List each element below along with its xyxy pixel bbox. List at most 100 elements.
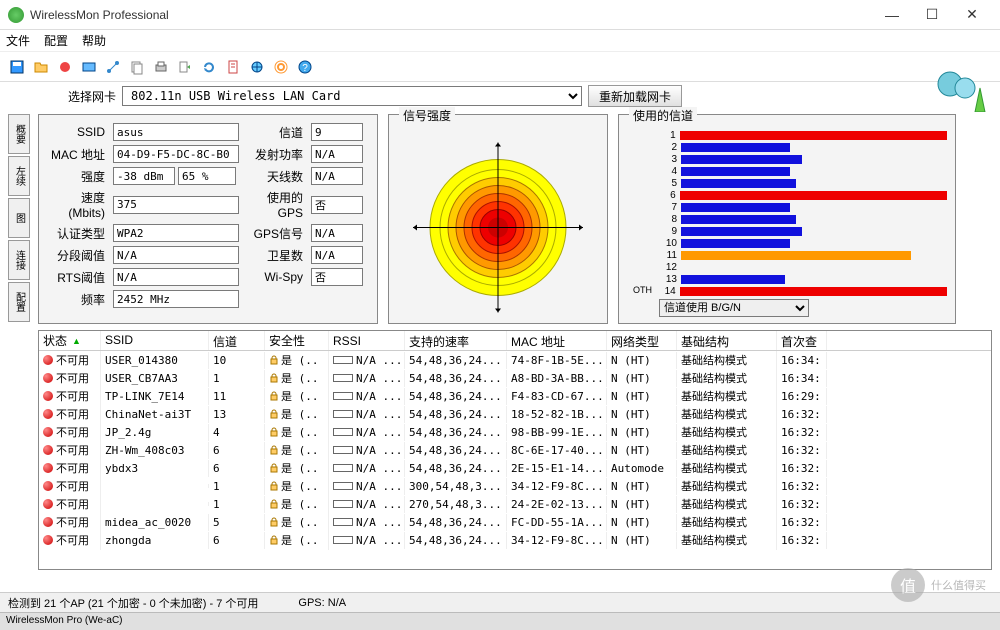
channel-bar [681,239,790,248]
cell-mac: 34-12-F9-8C... [507,532,607,549]
cell-nettype: N (HT) [607,478,677,495]
channel-label: 信道 [249,124,305,141]
auth-field[interactable] [113,224,239,242]
taskbar-item[interactable]: WirelessMon Pro (We-aC) [6,615,123,626]
channel-mode-select[interactable]: 信道使用 B/G/N [659,299,809,317]
col-first[interactable]: 首次查 [777,331,827,350]
col-nettype[interactable]: 网络类型 [607,331,677,350]
taskbar: WirelessMon Pro (We-aC) [0,612,1000,630]
speed-field[interactable] [113,196,239,214]
settings-icon[interactable] [270,56,292,78]
print-icon[interactable] [150,56,172,78]
channel-row: 11 [659,249,947,261]
cell-channel: 11 [209,388,265,405]
tx-field[interactable] [311,145,363,163]
wispy-field[interactable] [311,268,363,286]
col-rates[interactable]: 支持的速率 [405,331,507,350]
cell-first: 16:32: [777,514,827,531]
cell-ssid [101,502,209,506]
cell-mac: 74-8F-1B-5E... [507,352,607,369]
cell-rates: 300,54,48,3... [405,478,507,495]
auth-label: 认证类型 [47,225,107,242]
table-row[interactable]: 不可用 TP-LINK_7E14 11 是 (.. N/A ... 54,48,… [39,387,991,405]
cell-nettype: N (HT) [607,352,677,369]
side-tab-0[interactable]: 概要 [8,114,30,154]
cell-infra: 基础结构模式 [677,368,777,388]
network-icon[interactable] [102,56,124,78]
side-tab-1[interactable]: 左续 [8,156,30,196]
scan-icon[interactable] [78,56,100,78]
side-tab-2[interactable]: 图 [8,198,30,238]
lock-icon [269,409,279,419]
col-infra[interactable]: 基础结构 [677,331,777,350]
table-row[interactable]: 不可用 JP_2.4g 4 是 (.. N/A ... 54,48,36,24.… [39,423,991,441]
channel-number: 6 [659,190,676,201]
table-row[interactable]: 不可用 USER_CB7AA3 1 是 (.. N/A ... 54,48,36… [39,369,991,387]
status-text: 不可用 [56,496,89,512]
col-status[interactable]: 状态▲ [39,331,101,350]
table-row[interactable]: 不可用 1 是 (.. N/A ... 300,54,48,3... 34-12… [39,477,991,495]
pct-field[interactable] [178,167,236,185]
side-tab-3[interactable]: 连接 [8,240,30,280]
rssi-bar-icon [333,536,353,544]
ssid-field[interactable] [113,123,239,141]
cell-first: 16:32: [777,532,827,549]
ant-field[interactable] [311,167,363,185]
mac-field[interactable] [113,145,239,163]
col-rssi[interactable]: RSSI [329,331,405,350]
minimize-button[interactable]: — [872,1,912,29]
cell-ssid [101,484,209,488]
side-tab-4[interactable]: 配置 [8,282,30,322]
channel-row: 4 [659,165,947,177]
lock-icon [269,427,279,437]
channel-row: 10 [659,237,947,249]
gpssig-field[interactable] [311,224,363,242]
table-row[interactable]: 不可用 zhongda 6 是 (.. N/A ... 54,48,36,24.… [39,531,991,549]
frag-field[interactable] [113,246,239,264]
table-row[interactable]: 不可用 1 是 (.. N/A ... 270,54,48,3... 24-2E… [39,495,991,513]
open-icon[interactable] [30,56,52,78]
refresh-icon[interactable] [198,56,220,78]
col-ssid[interactable]: SSID [101,331,209,350]
freq-field[interactable] [113,290,239,308]
record-icon[interactable] [54,56,76,78]
nic-select[interactable]: 802.11n USB Wireless LAN Card [122,86,582,106]
col-channel[interactable]: 信道 [209,331,265,350]
dbm-field[interactable] [113,167,175,185]
maximize-button[interactable]: ☐ [912,1,952,29]
reload-nic-button[interactable]: 重新加载网卡 [588,85,682,107]
menu-help[interactable]: 帮助 [82,32,106,49]
cell-security: 是 (.. [281,514,319,530]
channel-row: 3 [659,153,947,165]
channel-field[interactable] [311,123,363,141]
grid-body[interactable]: 不可用 USER_014380 10 是 (.. N/A ... 54,48,3… [39,351,991,569]
cell-rssi: N/A ... [356,444,402,457]
menu-config[interactable]: 配置 [44,32,68,49]
app-icon [8,7,24,23]
cell-channel: 1 [209,370,265,387]
table-row[interactable]: 不可用 USER_014380 10 是 (.. N/A ... 54,48,3… [39,351,991,369]
sat-field[interactable] [311,246,363,264]
cell-mac: 18-52-82-1B... [507,406,607,423]
copy-icon[interactable] [126,56,148,78]
channel-bar [681,203,790,212]
table-row[interactable]: 不可用 ChinaNet-ai3T 13 是 (.. N/A ... 54,48… [39,405,991,423]
help-icon[interactable]: ? [294,56,316,78]
menu-file[interactable]: 文件 [6,32,30,49]
table-row[interactable]: 不可用 midea_ac_0020 5 是 (.. N/A ... 54,48,… [39,513,991,531]
channel-number: 8 [659,214,677,225]
save-icon[interactable] [6,56,28,78]
col-mac[interactable]: MAC 地址 [507,331,607,350]
col-security[interactable]: 安全性 [265,331,329,350]
gps-label: 使用的GPS [249,189,305,220]
log-icon[interactable] [222,56,244,78]
gps-field[interactable] [311,196,363,214]
rts-field[interactable] [113,268,239,286]
export-icon[interactable] [174,56,196,78]
table-row[interactable]: 不可用 ZH-Wm_408c03 6 是 (.. N/A ... 54,48,3… [39,441,991,459]
globe-icon[interactable] [246,56,268,78]
cell-nettype: N (HT) [607,370,677,387]
table-row[interactable]: 不可用 ybdx3 6 是 (.. N/A ... 54,48,36,24...… [39,459,991,477]
close-button[interactable]: ✕ [952,1,992,29]
rssi-bar-icon [333,500,353,508]
